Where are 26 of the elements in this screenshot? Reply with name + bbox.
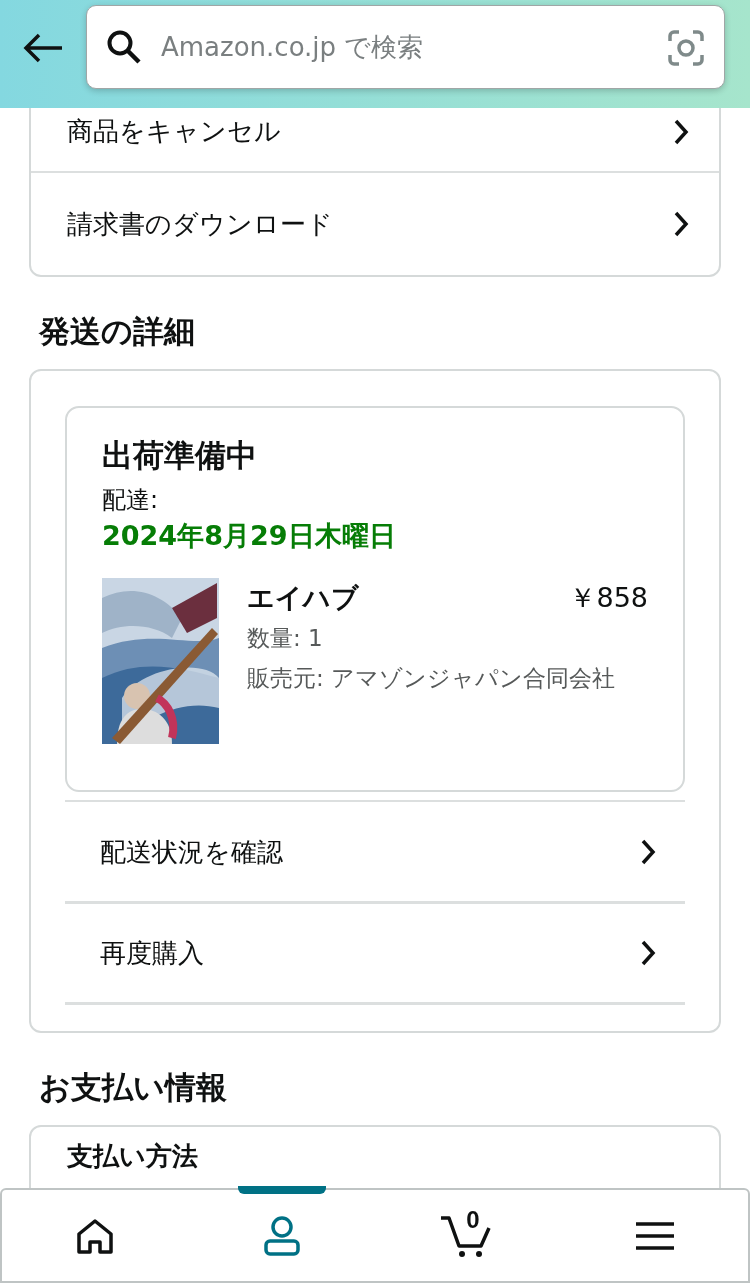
- item-seller: 販売元: アマゾンジャパン合同会社: [247, 664, 617, 693]
- menu-icon: [635, 1220, 674, 1251]
- back-button[interactable]: [22, 32, 64, 64]
- chevron-right-icon: [673, 210, 689, 238]
- shipment-status: 出荷準備中: [102, 436, 258, 475]
- search-field[interactable]: Amazon.co.jp で検索: [86, 5, 725, 89]
- cart-count: 0: [466, 1208, 480, 1232]
- user-icon: [262, 1215, 301, 1256]
- chevron-right-icon: [640, 838, 656, 866]
- section-heading: 発送の詳細: [39, 312, 196, 351]
- shipment-action-row[interactable]: 再度購入: [65, 901, 685, 1005]
- item-name: エイハブ: [247, 581, 359, 615]
- home-icon: [76, 1217, 115, 1254]
- item-price: ￥858: [569, 581, 648, 615]
- order-action-row[interactable]: 商品をキャンセル: [31, 108, 719, 173]
- chevron-right-icon: [673, 117, 689, 146]
- section-heading: お支払い情報: [39, 1068, 228, 1107]
- payment-row[interactable]: 支払い方法: [31, 1127, 719, 1188]
- chevron-right-icon: [640, 939, 656, 967]
- search-icon: [106, 29, 142, 65]
- item-quantity: 数量: 1: [247, 624, 324, 653]
- delivery-date: 2024年8月29日木曜日: [102, 519, 397, 553]
- camera-icon[interactable]: [667, 29, 705, 67]
- shipment-action-row[interactable]: 配送状況を確認: [65, 800, 685, 904]
- order-action-row[interactable]: 請求書のダウンロード: [31, 173, 719, 275]
- delivery-label: 配達:: [102, 485, 160, 516]
